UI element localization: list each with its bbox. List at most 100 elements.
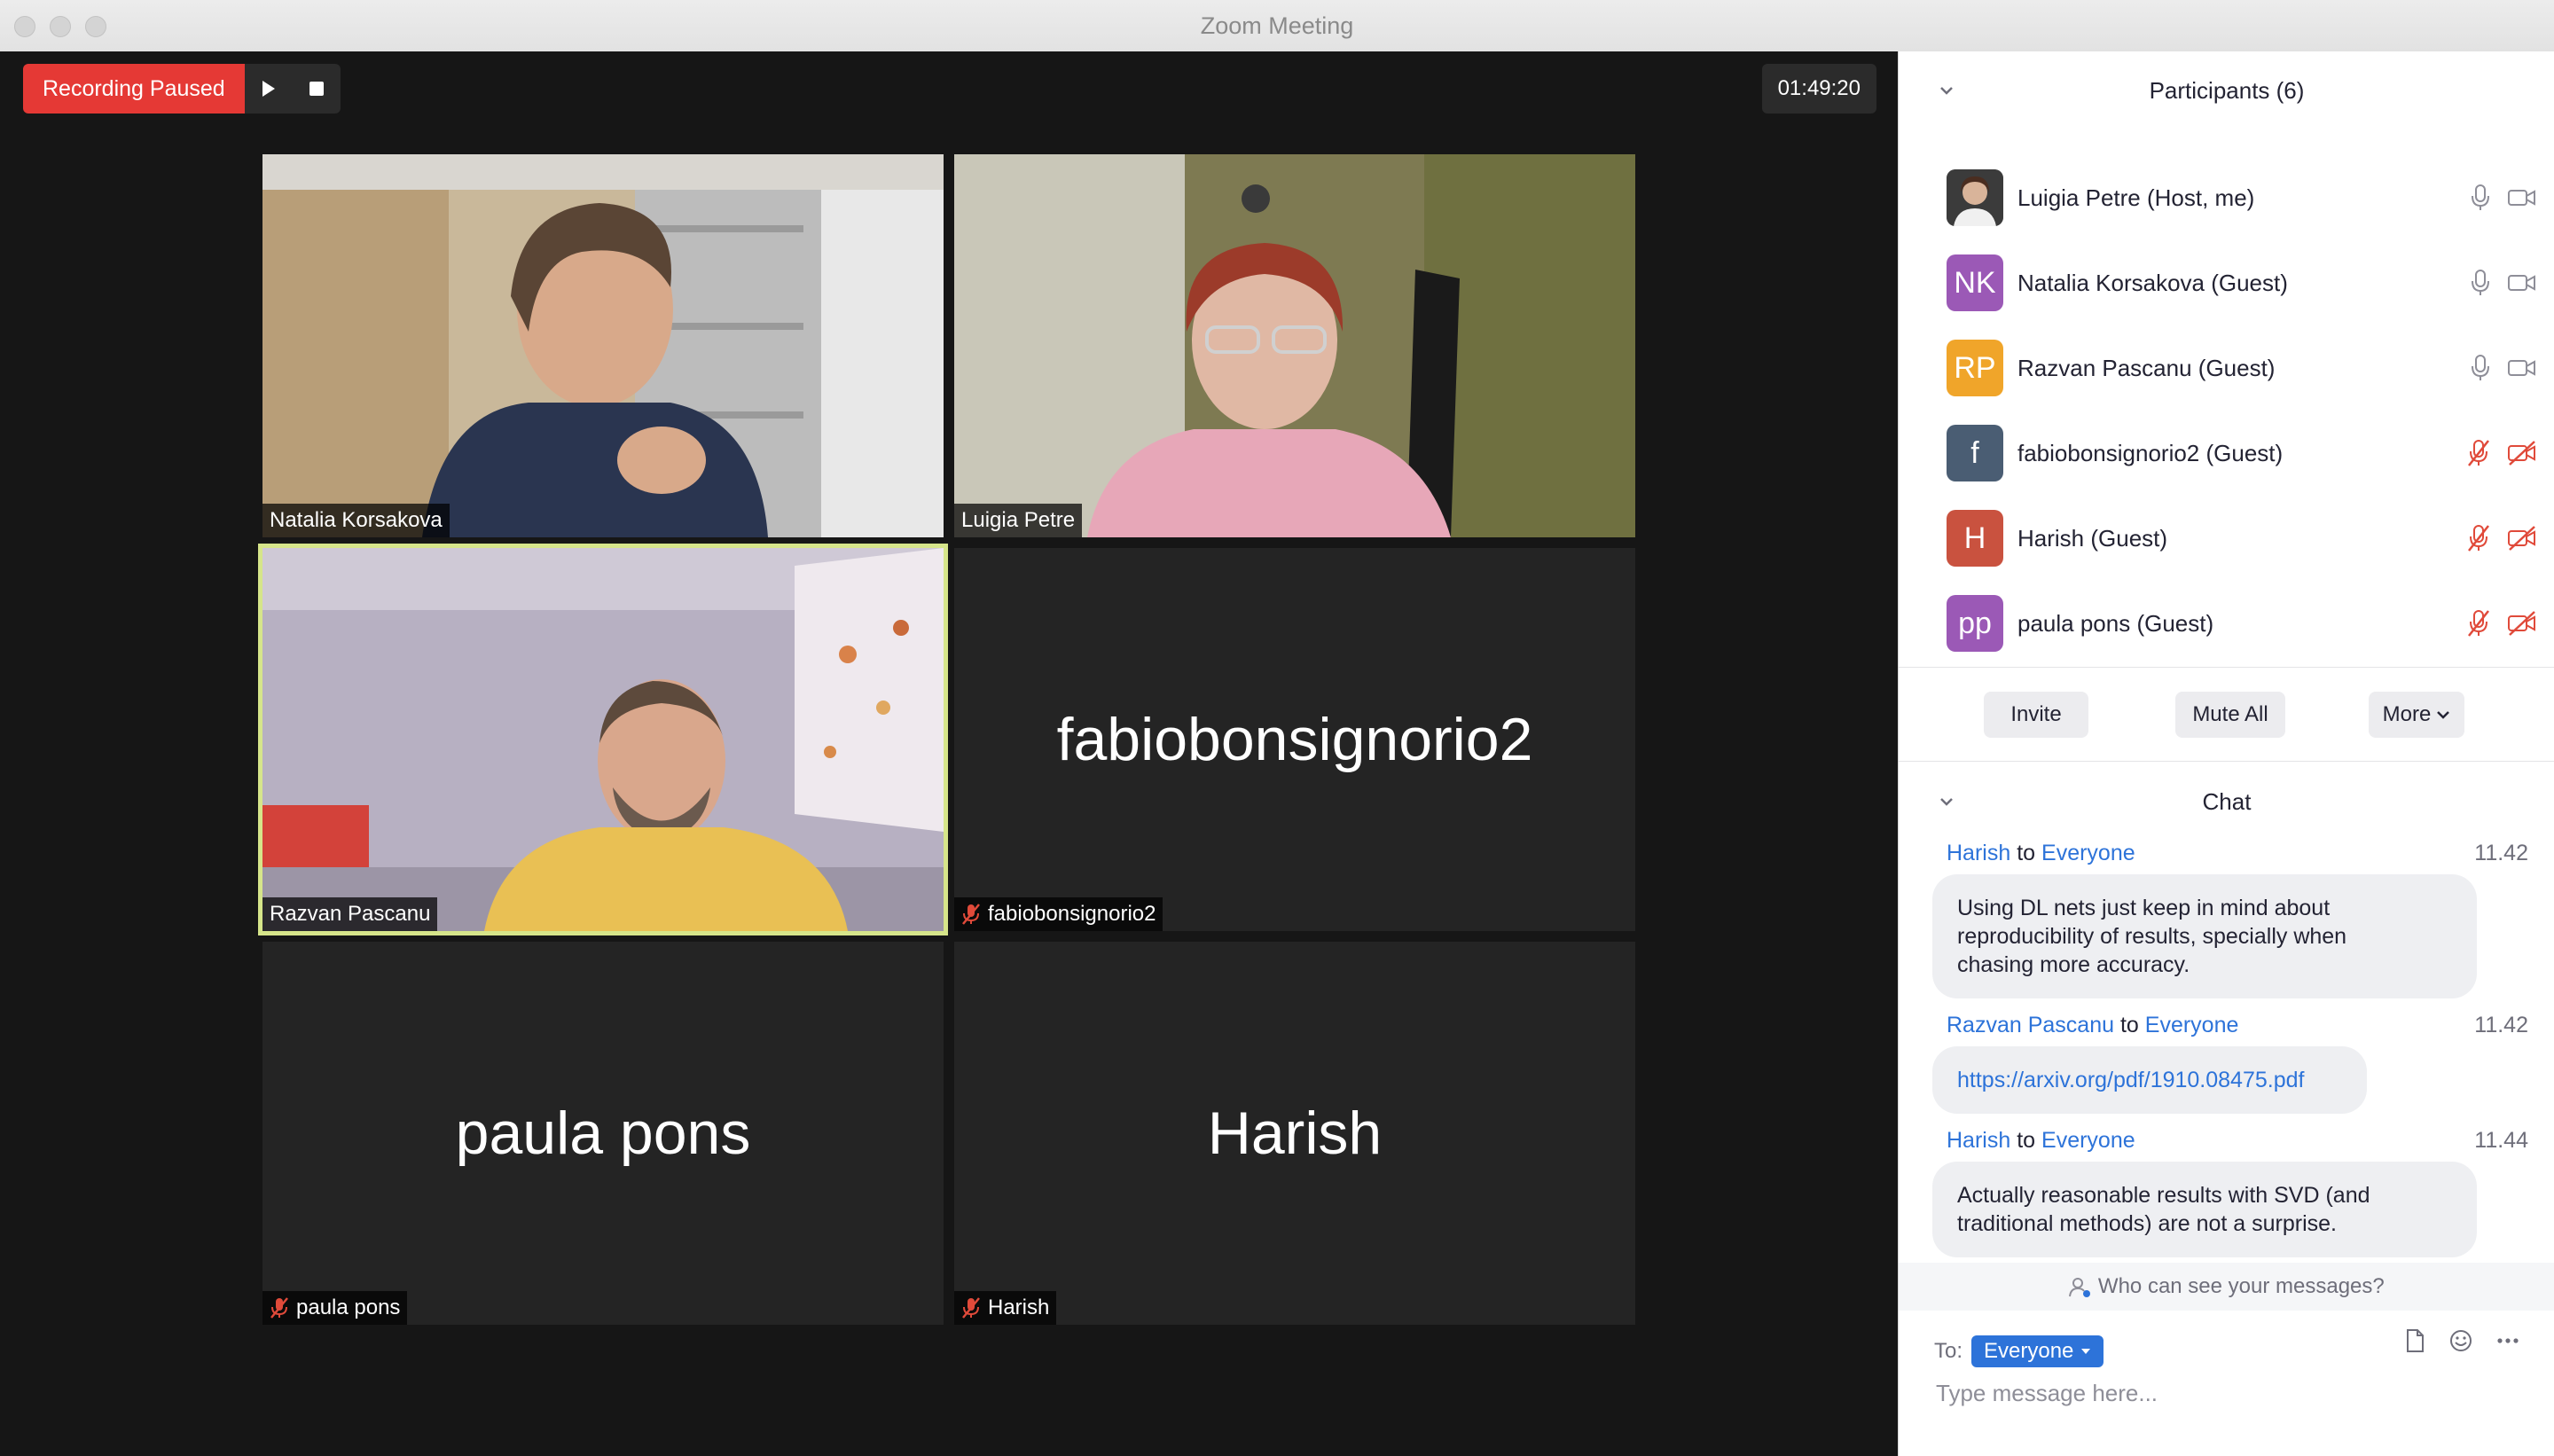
stop-recording-button[interactable] bbox=[292, 64, 341, 114]
message-sender[interactable]: Harish bbox=[1947, 841, 2010, 865]
chat-tools bbox=[2404, 1328, 2519, 1353]
message-time: 11.44 bbox=[2474, 1128, 2528, 1153]
participant-name: Luigia Petre (Host, me) bbox=[2017, 184, 2255, 211]
video-off-icon[interactable] bbox=[2507, 610, 2537, 637]
chat-recipient-row: To: Everyone bbox=[1934, 1335, 2104, 1367]
video-off-icon[interactable] bbox=[2507, 440, 2537, 466]
participant-row[interactable]: pp paula pons (Guest) bbox=[1947, 592, 2537, 654]
participant-row[interactable]: f fabiobonsignorio2 (Guest) bbox=[1947, 422, 2537, 484]
tile-name-tag: Harish bbox=[954, 1291, 1057, 1325]
video-camera-icon[interactable] bbox=[2507, 356, 2537, 380]
microphone-icon[interactable] bbox=[2470, 354, 2491, 382]
tile-name-tag: fabiobonsignorio2 bbox=[954, 897, 1163, 931]
message-line: Using DL nets just keep in mind about bbox=[1957, 896, 2331, 920]
video-gallery: Recording Paused 01:49:20 Natalia Korsak… bbox=[0, 51, 1898, 1456]
tile-name: Razvan Pascanu bbox=[270, 902, 431, 926]
avatar: pp bbox=[1947, 595, 2003, 652]
video-tile-paula-pons[interactable]: paula pons paula pons bbox=[262, 942, 944, 1325]
tile-display-name: paula pons bbox=[455, 1100, 751, 1167]
message-line: chasing more accuracy. bbox=[1957, 952, 2190, 977]
participants-header: Participants (6) bbox=[2149, 77, 2305, 104]
muted-mic-icon bbox=[270, 1297, 288, 1319]
participant-row[interactable]: Luigia Petre (Host, me) bbox=[1947, 167, 2537, 229]
participant-name: Razvan Pascanu (Guest) bbox=[2017, 354, 2276, 381]
participant-row[interactable]: H Harish (Guest) bbox=[1947, 507, 2537, 569]
tile-display-name: Harish bbox=[1207, 1100, 1383, 1167]
mute-all-button[interactable]: Mute All bbox=[2175, 692, 2285, 738]
message-sender[interactable]: Razvan Pascanu bbox=[1947, 1013, 2114, 1037]
chat-message-header: Harish to Everyone 11.42 bbox=[1947, 841, 2528, 866]
message-to-word: to bbox=[2017, 841, 2036, 865]
person-lock-icon bbox=[2069, 1277, 2091, 1297]
invite-button[interactable]: Invite bbox=[1984, 692, 2088, 738]
video-feed-luigia bbox=[954, 154, 1635, 537]
tile-name: paula pons bbox=[296, 1296, 401, 1319]
chat-message-header: Razvan Pascanu to Everyone 11.42 bbox=[1947, 1013, 2528, 1038]
video-camera-icon[interactable] bbox=[2507, 186, 2537, 209]
participant-name: fabiobonsignorio2 (Guest) bbox=[2017, 439, 2284, 466]
file-icon[interactable] bbox=[2404, 1328, 2425, 1353]
recording-status-label: Recording Paused bbox=[23, 64, 245, 114]
tile-name: Harish bbox=[988, 1296, 1050, 1319]
avatar-photo-icon bbox=[1947, 169, 2003, 226]
recipient-label: Everyone bbox=[1984, 1339, 2074, 1363]
chat-message-bubble: Actually reasonable results with SVD (an… bbox=[1932, 1162, 2477, 1257]
video-camera-icon[interactable] bbox=[2507, 271, 2537, 294]
microphone-icon[interactable] bbox=[2470, 269, 2491, 297]
tile-name-tag: Razvan Pascanu bbox=[262, 897, 438, 931]
chat-message-bubble: https://arxiv.org/pdf/1910.08475.pdf bbox=[1932, 1046, 2367, 1114]
participant-row[interactable]: RP Razvan Pascanu (Guest) bbox=[1947, 337, 2537, 399]
avatar: H bbox=[1947, 510, 2003, 567]
message-time: 11.42 bbox=[2474, 1013, 2528, 1037]
video-off-icon[interactable] bbox=[2507, 525, 2537, 552]
stop-icon bbox=[309, 82, 324, 96]
chevron-down-icon bbox=[2437, 711, 2450, 719]
participant-name: paula pons (Guest) bbox=[2017, 609, 2214, 637]
video-tile-harish[interactable]: Harish Harish bbox=[954, 942, 1635, 1325]
muted-microphone-icon[interactable] bbox=[2466, 439, 2491, 467]
recipient-dropdown[interactable]: Everyone bbox=[1971, 1335, 2104, 1367]
chat-header: Chat bbox=[2202, 788, 2252, 815]
participant-name: Harish (Guest) bbox=[2017, 524, 2168, 552]
message-to-word: to bbox=[2017, 1128, 2036, 1153]
participant-name: Natalia Korsakova (Guest) bbox=[2017, 269, 2288, 296]
muted-microphone-icon[interactable] bbox=[2466, 524, 2491, 552]
message-recipient[interactable]: Everyone bbox=[2041, 1128, 2135, 1153]
muted-mic-icon bbox=[962, 904, 980, 925]
message-time: 11.42 bbox=[2474, 841, 2528, 865]
divider bbox=[1899, 667, 2554, 668]
tile-name-tag: Natalia Korsakova bbox=[262, 504, 450, 537]
video-tile-luigia-petre[interactable]: Luigia Petre bbox=[954, 154, 1635, 537]
avatar: RP bbox=[1947, 340, 2003, 396]
more-label: More bbox=[2382, 702, 2432, 726]
divider bbox=[1899, 761, 2554, 762]
tile-name-tag: paula pons bbox=[262, 1291, 408, 1325]
side-panel: Participants (6) Luigia Petre (Host, me)… bbox=[1898, 51, 2554, 1456]
who-can-see-label: Who can see your messages? bbox=[2097, 1274, 2385, 1298]
message-link[interactable]: https://arxiv.org/pdf/1910.08475.pdf bbox=[1957, 1068, 2304, 1092]
tile-name-tag: Luigia Petre bbox=[954, 504, 1083, 537]
message-line: Actually reasonable results with SVD (an… bbox=[1957, 1183, 2370, 1208]
microphone-icon[interactable] bbox=[2470, 184, 2491, 212]
chat-message-input[interactable] bbox=[1934, 1371, 2505, 1415]
avatar bbox=[1947, 169, 2003, 226]
who-can-see-messages-link[interactable]: Who can see your messages? bbox=[1899, 1263, 2554, 1311]
more-options-icon[interactable] bbox=[2496, 1337, 2519, 1344]
video-feed-natalia bbox=[262, 154, 944, 537]
message-recipient[interactable]: Everyone bbox=[2041, 841, 2135, 865]
chat-message-bubble: Using DL nets just keep in mind about re… bbox=[1932, 874, 2477, 998]
video-tile-razvan-pascanu[interactable]: Razvan Pascanu bbox=[258, 544, 948, 935]
emoji-icon[interactable] bbox=[2448, 1328, 2473, 1353]
play-icon bbox=[262, 81, 275, 97]
participant-row[interactable]: NK Natalia Korsakova (Guest) bbox=[1947, 252, 2537, 314]
video-tile-natalia-korsakova[interactable]: Natalia Korsakova bbox=[262, 154, 944, 537]
muted-microphone-icon[interactable] bbox=[2466, 609, 2491, 638]
resume-recording-button[interactable] bbox=[244, 64, 293, 114]
message-recipient[interactable]: Everyone bbox=[2145, 1013, 2239, 1037]
message-sender[interactable]: Harish bbox=[1947, 1128, 2010, 1153]
tile-name: Natalia Korsakova bbox=[270, 508, 443, 532]
video-tile-fabiobonsignorio2[interactable]: fabiobonsignorio2 fabiobonsignorio2 bbox=[954, 548, 1635, 931]
window-titlebar: Zoom Meeting bbox=[0, 0, 2554, 52]
window-title: Zoom Meeting bbox=[1200, 12, 1354, 39]
more-button[interactable]: More bbox=[2369, 692, 2464, 738]
